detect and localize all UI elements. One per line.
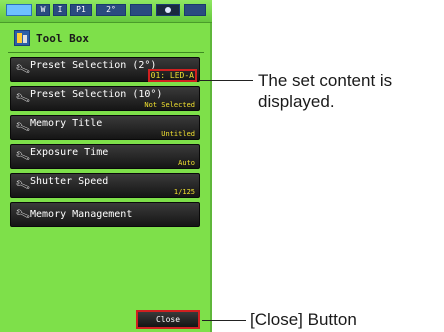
menu-item-value: Not Selected (144, 101, 195, 109)
menu-item-memory-management[interactable]: 🔧︎ Memory Management (10, 202, 200, 227)
callout-set-content-line1: The set content is (258, 71, 393, 90)
menu-item-value: Auto (178, 159, 195, 167)
wrench-icon: 🔧︎ (13, 205, 32, 223)
wrench-icon: 🔧︎ (13, 176, 32, 194)
angle-icon: 2° (96, 4, 126, 16)
menu-item-label: Memory Title (30, 118, 103, 129)
header-divider (8, 52, 204, 53)
callout-set-content: The set content is displayed. (258, 70, 392, 112)
toolbox-icon (14, 30, 30, 46)
menu-item-label: Shutter Speed (30, 176, 109, 187)
menu-item-shutter-speed[interactable]: 🔧︎ Shutter Speed 1/125 (10, 173, 200, 198)
wrench-icon: 🔧︎ (13, 118, 32, 136)
menu-item-label: Preset Selection (10°) (30, 89, 163, 100)
status-bar: W I P1 2° (0, 0, 212, 23)
menu-item-value: Untitled (161, 130, 195, 138)
callout-set-content-line2: displayed. (258, 92, 335, 111)
dot-icon (156, 4, 180, 16)
close-button[interactable]: Close (136, 310, 200, 329)
tool-box-menu: 🔧︎ Preset Selection (2°) 01: LED-A 🔧︎ Pr… (10, 57, 200, 231)
page-title: Tool Box (36, 31, 89, 45)
menu-item-label: Memory Management (30, 209, 133, 220)
callout-line-close (202, 320, 246, 321)
device-screen: W I P1 2° Tool Box 🔧︎ Preset Selection (… (0, 0, 212, 332)
callout-close-button: [Close] Button (250, 310, 357, 329)
wrench-icon: 🔧︎ (13, 89, 32, 107)
menu-item-label: Exposure Time (30, 147, 109, 158)
i-icon: I (53, 4, 67, 16)
wrench-icon: 🔧︎ (13, 60, 32, 78)
menu-item-preset-10deg[interactable]: 🔧︎ Preset Selection (10°) Not Selected (10, 86, 200, 111)
menu-item-value: 01: LED-A (147, 69, 198, 82)
wrench-icon: 🔧︎ (13, 147, 32, 165)
menu-item-exposure-time[interactable]: 🔧︎ Exposure Time Auto (10, 144, 200, 169)
p1-icon: P1 (70, 4, 92, 16)
menu-item-preset-2deg[interactable]: 🔧︎ Preset Selection (2°) 01: LED-A (10, 57, 200, 82)
toolbox-header: Tool Box (0, 25, 212, 51)
menu-item-label: Preset Selection (2°) (30, 60, 157, 71)
menu-item-memory-title[interactable]: 🔧︎ Memory Title Untitled (10, 115, 200, 140)
callout-line-set-content (199, 80, 253, 81)
w-icon: W (36, 4, 50, 16)
menu-item-value: 1/125 (173, 188, 195, 196)
blank-icon (130, 4, 152, 16)
signal-icon (184, 4, 206, 16)
battery-icon (6, 4, 32, 16)
